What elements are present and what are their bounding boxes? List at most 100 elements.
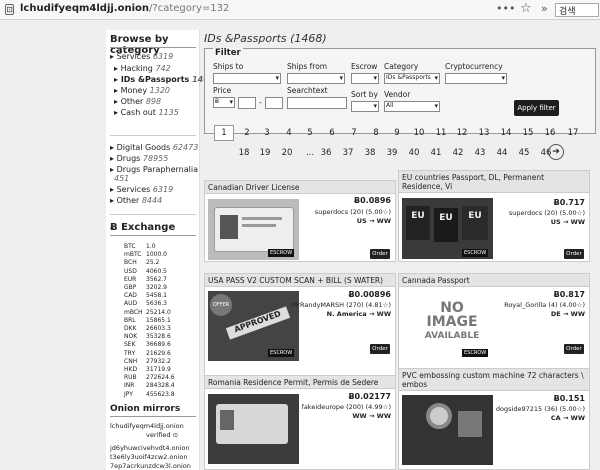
crypto-select[interactable]: [445, 73, 507, 84]
price-min-input[interactable]: [238, 97, 256, 109]
page-link[interactable]: 1: [214, 125, 234, 141]
page-link[interactable]: 41: [426, 148, 446, 158]
page-link[interactable]: 44: [492, 148, 512, 158]
page-link[interactable]: 2: [237, 128, 257, 138]
exchange-currency: HKD: [124, 366, 138, 373]
page-link[interactable]: 13: [474, 128, 494, 138]
listing-vendor[interactable]: dogside97215 (36) (5.00☆): [496, 405, 585, 413]
page-link[interactable]: 8: [366, 128, 386, 138]
page-link[interactable]: 45: [514, 148, 534, 158]
listing-image[interactable]: OFFER APPROVED ESCROW: [208, 291, 299, 361]
mirror-link[interactable]: t3e6ly3uoif4zcw2.onion: [110, 453, 187, 461]
mirror-link[interactable]: jd6yhuwcivehvdt4.onion: [110, 444, 190, 452]
page-link[interactable]: 18: [234, 148, 254, 158]
listing-image[interactable]: EU EU EU ESCROW: [402, 198, 493, 259]
category-other-2[interactable]: ▸ Other 8444: [110, 196, 162, 205]
listing-image[interactable]: [402, 395, 493, 465]
page-link[interactable]: 7: [344, 128, 364, 138]
vendor-select[interactable]: All: [384, 101, 440, 112]
page-link[interactable]: 39: [382, 148, 402, 158]
listing-title[interactable]: EU countries Passport, DL, Permanent Res…: [399, 171, 589, 193]
page-link[interactable]: 36: [316, 148, 336, 158]
exchange-rate: 4060.5: [146, 267, 167, 275]
listing-card[interactable]: PVC embossing custom machine 72 characte…: [398, 368, 590, 470]
order-button[interactable]: Order: [370, 344, 390, 354]
lock-icon[interactable]: ⊡: [5, 4, 14, 15]
listing-title[interactable]: Canadian Driver License: [205, 181, 395, 194]
listing-title[interactable]: PVC embossing custom machine 72 characte…: [399, 369, 589, 391]
category-money[interactable]: ▸ Money 1320: [114, 86, 170, 95]
exchange-rate: 455623.8: [146, 390, 175, 398]
search-input[interactable]: 검색: [555, 3, 599, 17]
sort-select[interactable]: [351, 101, 379, 112]
listing-title[interactable]: Romania Residence Permit, Permis de Sede…: [205, 376, 395, 389]
next-page-icon[interactable]: ➔: [548, 144, 564, 160]
listing-card[interactable]: Romania Residence Permit, Permis de Sede…: [204, 375, 396, 470]
listing-vendor[interactable]: fakeideurope (200) (4.99☆): [302, 403, 391, 411]
listing-image[interactable]: [208, 394, 299, 464]
page-link[interactable]: 11: [431, 128, 451, 138]
page-link[interactable]: 38: [360, 148, 380, 158]
listing-vendor[interactable]: superdocs (20) (5.00☆): [315, 208, 391, 216]
listing-card[interactable]: Cannada Passport NO IMAGE AVAILABLE ESCR…: [398, 273, 590, 383]
listing-card[interactable]: EU countries Passport, DL, Permanent Res…: [398, 170, 590, 262]
star-icon[interactable]: ☆: [520, 1, 532, 16]
page-link[interactable]: 19: [255, 148, 275, 158]
category-hacking[interactable]: ▸ Hacking 742: [114, 64, 171, 73]
price-currency-select[interactable]: Ƀ: [213, 97, 235, 108]
page-link[interactable]: 14: [496, 128, 516, 138]
listing-image[interactable]: NO IMAGE AVAILABLE ESCROW: [402, 291, 493, 361]
category-drugs-paraphernalia[interactable]: ▸ Drugs Paraphernalia: [110, 165, 198, 174]
order-button[interactable]: Order: [370, 249, 390, 259]
category-services-2[interactable]: ▸ Services 6319: [110, 185, 173, 194]
page-link[interactable]: 9: [387, 128, 407, 138]
sidebar: Browse by category ▸ Services 6319 ▸ Hac…: [106, 30, 214, 470]
page-link[interactable]: 16: [540, 128, 560, 138]
apply-filter-button[interactable]: Apply filter: [514, 100, 559, 116]
listing-vendor[interactable]: Royal_Gorilla (4) (4.00☆): [504, 301, 585, 309]
listing-card[interactable]: USA PASS V2 CUSTOM SCAN + BILL (S WATER)…: [204, 273, 396, 383]
exchange-row: BCH 25.2: [124, 259, 159, 266]
escrow-badge: ESCROW: [462, 249, 489, 257]
category-select[interactable]: IDs &Passports: [384, 73, 440, 84]
mirror-link[interactable]: lchudifyeqm4ldjj.onion: [110, 422, 184, 430]
url-field[interactable]: lchudifyeqm4ldjj.onion/?category=132: [20, 3, 229, 14]
more-icon[interactable]: •••: [496, 2, 515, 15]
category-ids-passports[interactable]: ▸ IDs &Passports 1468: [114, 75, 214, 84]
page-link[interactable]: 40: [404, 148, 424, 158]
order-button[interactable]: Order: [564, 344, 584, 354]
exchange-rate: 3562.7: [146, 275, 167, 283]
searchtext-input[interactable]: [287, 97, 347, 109]
category-drugs[interactable]: ▸ Drugs 78955: [110, 154, 168, 163]
page-link[interactable]: 43: [470, 148, 490, 158]
chevron-icon[interactable]: »: [541, 2, 548, 15]
page-link[interactable]: 6: [322, 128, 342, 138]
page-link[interactable]: 42: [448, 148, 468, 158]
listing-title[interactable]: USA PASS V2 CUSTOM SCAN + BILL (S WATER): [205, 274, 395, 287]
listing-vendor[interactable]: MrRandyMARSH (270) (4.81☆): [292, 301, 391, 309]
category-services[interactable]: ▸ Services 6319: [110, 52, 173, 61]
page-link[interactable]: 10: [409, 128, 429, 138]
escrow-select[interactable]: [351, 73, 379, 84]
page-link[interactable]: 4: [279, 128, 299, 138]
ships-from-select[interactable]: [287, 73, 345, 84]
order-button[interactable]: Order: [564, 249, 584, 259]
category-cash-out[interactable]: ▸ Cash out 1135: [114, 108, 179, 117]
mirror-link[interactable]: 7ep7acrkunzdcw3l.onion: [110, 462, 191, 470]
category-other[interactable]: ▸ Other 898: [114, 97, 161, 106]
page-link[interactable]: 5: [300, 128, 320, 138]
listing-title[interactable]: Cannada Passport: [399, 274, 589, 287]
listing-vendor[interactable]: superdocs (20) (5.00☆): [509, 209, 585, 217]
price-max-input[interactable]: [265, 97, 283, 109]
page-link[interactable]: 15: [518, 128, 538, 138]
page-link[interactable]: 37: [338, 148, 358, 158]
page-link[interactable]: 20: [277, 148, 297, 158]
page-link[interactable]: 17: [563, 128, 583, 138]
ships-to-select[interactable]: [213, 73, 281, 84]
text-line: [242, 224, 276, 227]
category-digital-goods[interactable]: ▸ Digital Goods 62473: [110, 143, 198, 152]
page-link[interactable]: 12: [452, 128, 472, 138]
listing-image[interactable]: ESCROW: [208, 199, 299, 260]
page-link[interactable]: 3: [257, 128, 277, 138]
listing-card[interactable]: Canadian Driver License ESCROW Ƀ0.0896 s…: [204, 180, 396, 262]
